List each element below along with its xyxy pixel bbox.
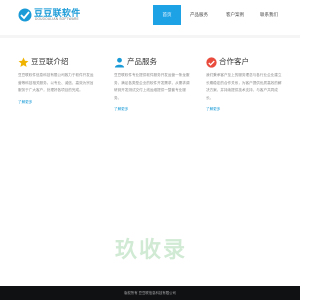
services-section: 产品服务 豆豆联软件专业提供软件服务开发运营一条龙服务，满足各类型企业的软件开发… (114, 56, 194, 112)
nav-item-home[interactable]: 首页 (153, 5, 181, 25)
watermark: 玖收录 (115, 237, 188, 262)
services-more-link[interactable]: 了解更多 (114, 107, 194, 112)
handshake-icon (206, 57, 217, 68)
services-text: 豆豆联软件专业提供软件服务开发运营一条龙服务，满足各类型企业的软件开发需求，从需… (114, 73, 190, 100)
intro-text: 豆豆联软件信息科技有限公司致力于软件开发运营等科技相关服务。以专业、诚信、高效为… (18, 73, 94, 92)
intro-more-link[interactable]: 了解更多 (18, 100, 98, 105)
intro-title: 豆豆联介绍 (31, 57, 69, 66)
nav-item-cases[interactable]: 客户案例 (219, 5, 251, 25)
clients-text: 我们秉承客户至上的服务理念与各行业企业建立长期稳定的合作关系，为客户提供优质高效… (206, 73, 282, 100)
clients-section: 合作客户 我们秉承客户至上的服务理念与各行业企业建立长期稳定的合作关系，为客户提… (206, 56, 286, 112)
footer-copyright: 版权所有 豆豆联信息科技有限公司 (124, 291, 176, 295)
site-footer: 版权所有 豆豆联信息科技有限公司 (0, 286, 300, 300)
nav-item-products[interactable]: 产品服务 (183, 5, 215, 25)
person-icon (114, 57, 125, 68)
logo-subtitle: DOUDOULIAN SOFTWARE (35, 17, 79, 21)
header-divider (0, 35, 300, 38)
logo-icon (18, 8, 32, 22)
star-icon (18, 57, 29, 67)
site-header: 豆豆联软件 DOUDOULIAN SOFTWARE 首页 产品服务 客户案例 联… (0, 0, 300, 34)
nav-item-contact[interactable]: 联系我们 (253, 5, 285, 25)
clients-more-link[interactable]: 了解更多 (206, 107, 286, 112)
logo[interactable]: 豆豆联软件 DOUDOULIAN SOFTWARE (18, 5, 80, 27)
clients-title: 合作客户 (219, 57, 249, 66)
services-title: 产品服务 (127, 57, 157, 66)
intro-section: 豆豆联介绍 豆豆联软件信息科技有限公司致力于软件开发运营等科技相关服务。以专业、… (18, 56, 98, 105)
